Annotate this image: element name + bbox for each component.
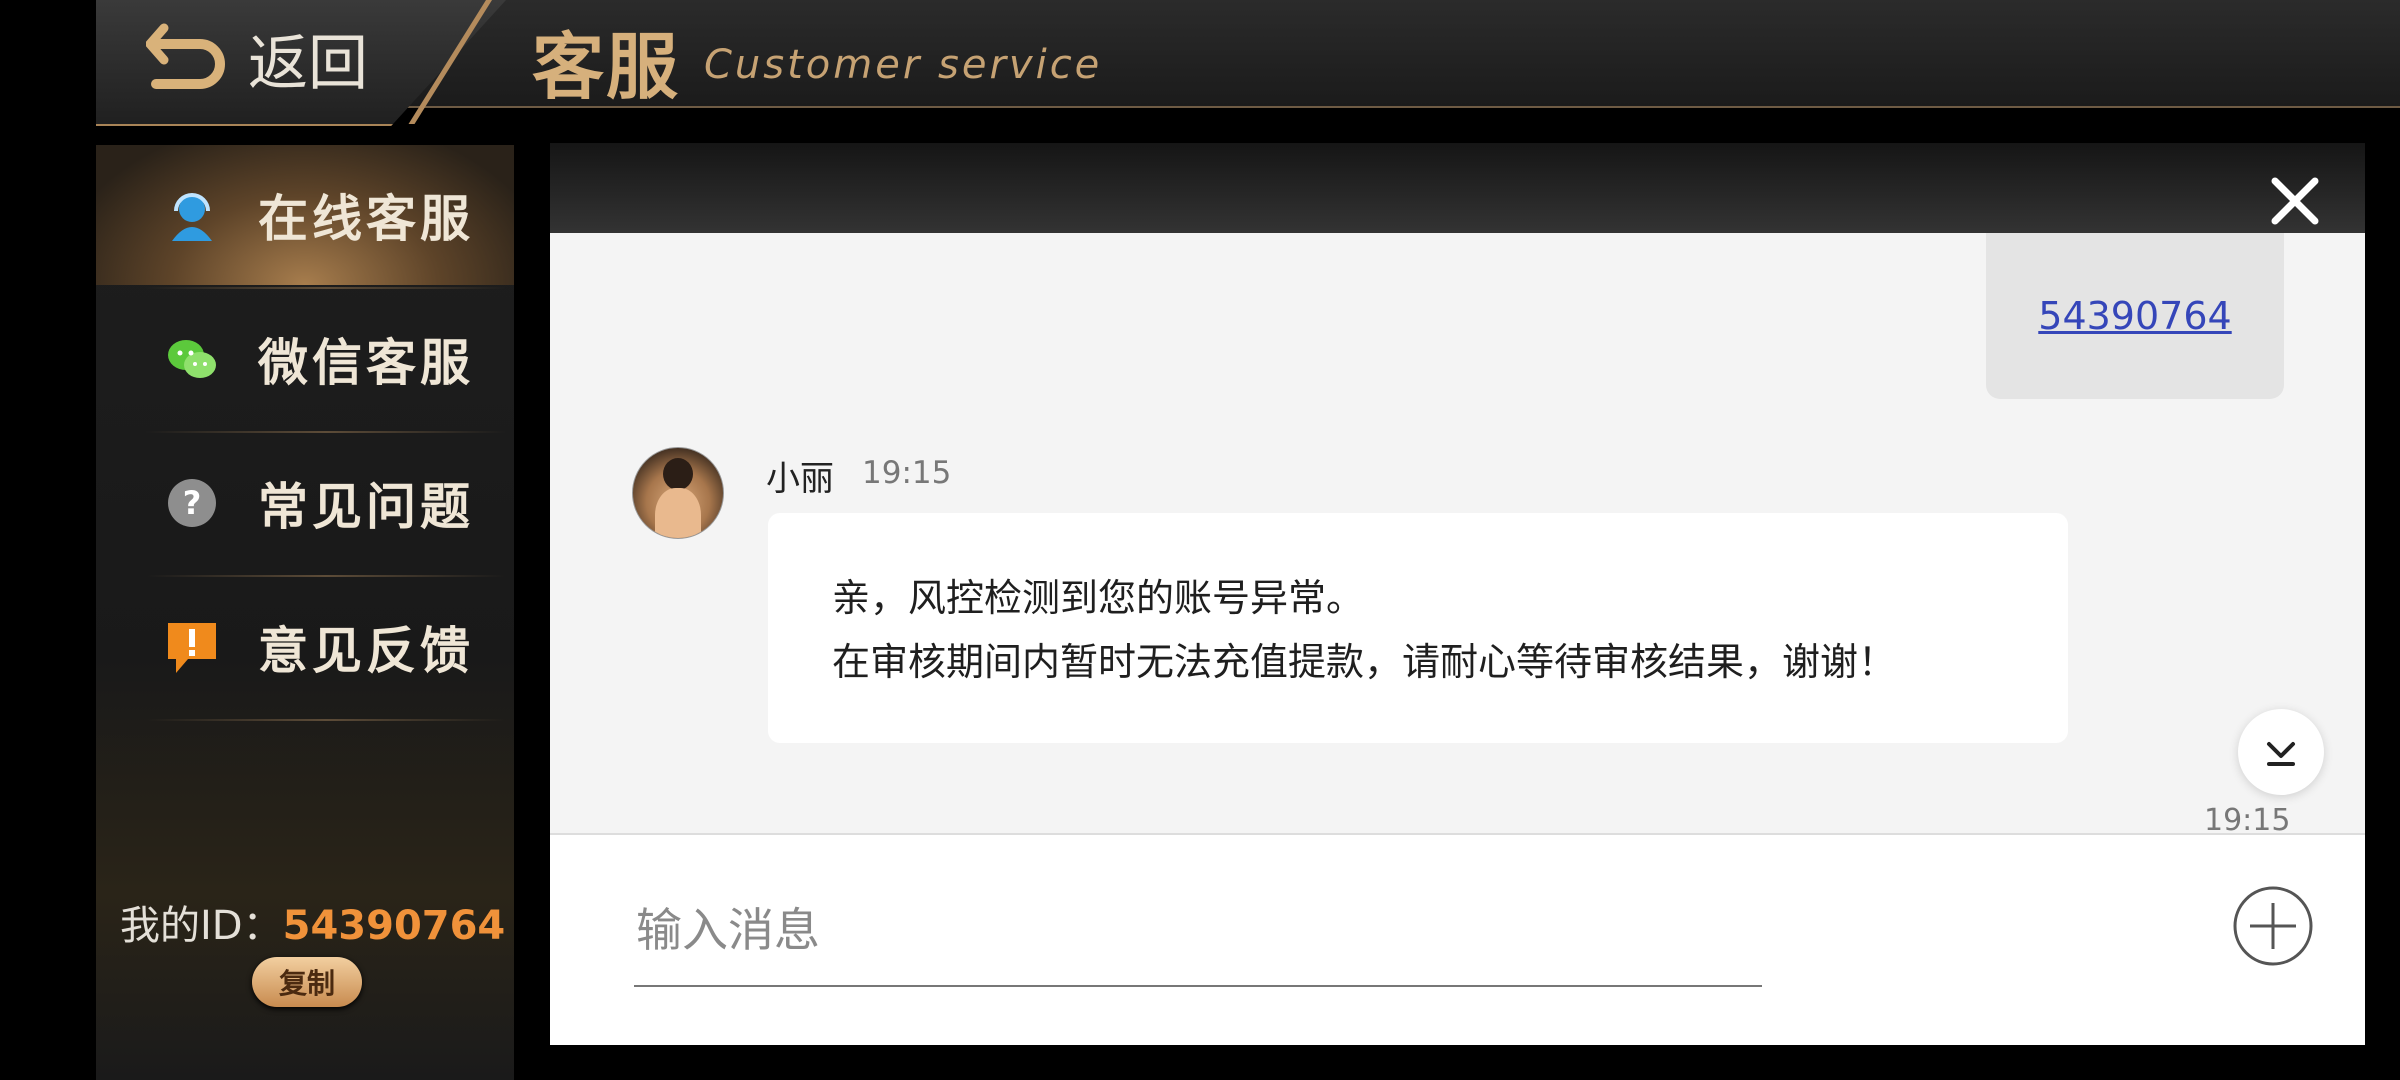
sidebar: 在线客服 微信客服 ? 常见问题 意见反馈 我的ID：54390764 复制: [96, 145, 514, 1080]
sidebar-item-label: 微信客服: [258, 334, 474, 392]
scroll-to-bottom-button[interactable]: [2238, 709, 2324, 795]
menu-divider: [146, 719, 506, 721]
sidebar-item-label: 意见反馈: [258, 622, 474, 680]
user-message-link[interactable]: 54390764: [2038, 294, 2231, 338]
back-button[interactable]: 返回: [146, 18, 368, 99]
sidebar-item-label: 在线客服: [258, 190, 474, 248]
chat-topbar: [550, 143, 2365, 233]
agent-message-bubble: 亲，风控检测到您的账号异常。 在审核期间内暂时无法充值提款，请耐心等待审核结果，…: [768, 513, 2068, 743]
close-button[interactable]: [2265, 171, 2325, 231]
message-time: 19:15: [862, 455, 952, 491]
header-bar: 返回 客服 Customer service: [96, 0, 2400, 126]
sidebar-item-label: 常见问题: [258, 478, 474, 536]
headset-person-icon: [162, 185, 222, 245]
page-subtitle: Customer service: [704, 42, 1103, 88]
chevron-down-icon: [2267, 742, 2295, 766]
agent-avatar: [632, 447, 724, 539]
wechat-icon: [162, 329, 222, 389]
sidebar-item-feedback[interactable]: 意见反馈: [96, 577, 514, 717]
message-list[interactable]: 54390764 小丽 19:15 亲，风控检测到您的账号异常。 在审核期间内暂…: [550, 233, 2365, 833]
next-message-time: 19:15: [2204, 803, 2291, 833]
feedback-exclamation-icon: [162, 617, 222, 677]
agent-message-line: 在审核期间内暂时无法充值提款，请耐心等待审核结果，谢谢！: [832, 640, 1897, 684]
plus-icon: [2233, 886, 2313, 966]
agent-name: 小丽: [766, 459, 834, 499]
close-icon: [2271, 177, 2319, 225]
question-icon: ?: [162, 473, 222, 533]
sidebar-item-online-service[interactable]: 在线客服: [96, 145, 514, 285]
page-title: 客服: [532, 25, 681, 109]
agent-message-line: 亲，风控检测到您的账号异常。: [832, 576, 1365, 620]
copy-id-button[interactable]: 复制: [252, 957, 362, 1007]
attach-button[interactable]: [2232, 885, 2314, 967]
my-id-display: 我的ID：54390764: [120, 893, 505, 951]
message-input[interactable]: [634, 875, 1762, 987]
sidebar-item-faq[interactable]: ? 常见问题: [96, 433, 514, 573]
back-arrow-icon: [146, 23, 225, 89]
my-id-value: 54390764: [282, 903, 506, 949]
my-id-label: 我的ID：: [120, 903, 283, 949]
composer: [550, 833, 2365, 1045]
chat-panel: 54390764 小丽 19:15 亲，风控检测到您的账号异常。 在审核期间内暂…: [550, 143, 2365, 1045]
sidebar-item-wechat-service[interactable]: 微信客服: [96, 289, 514, 429]
svg-text:?: ?: [183, 484, 202, 522]
user-message-bubble: 54390764: [1986, 233, 2284, 399]
back-label: 返回: [248, 28, 368, 99]
back-tab: 返回: [96, 0, 506, 126]
